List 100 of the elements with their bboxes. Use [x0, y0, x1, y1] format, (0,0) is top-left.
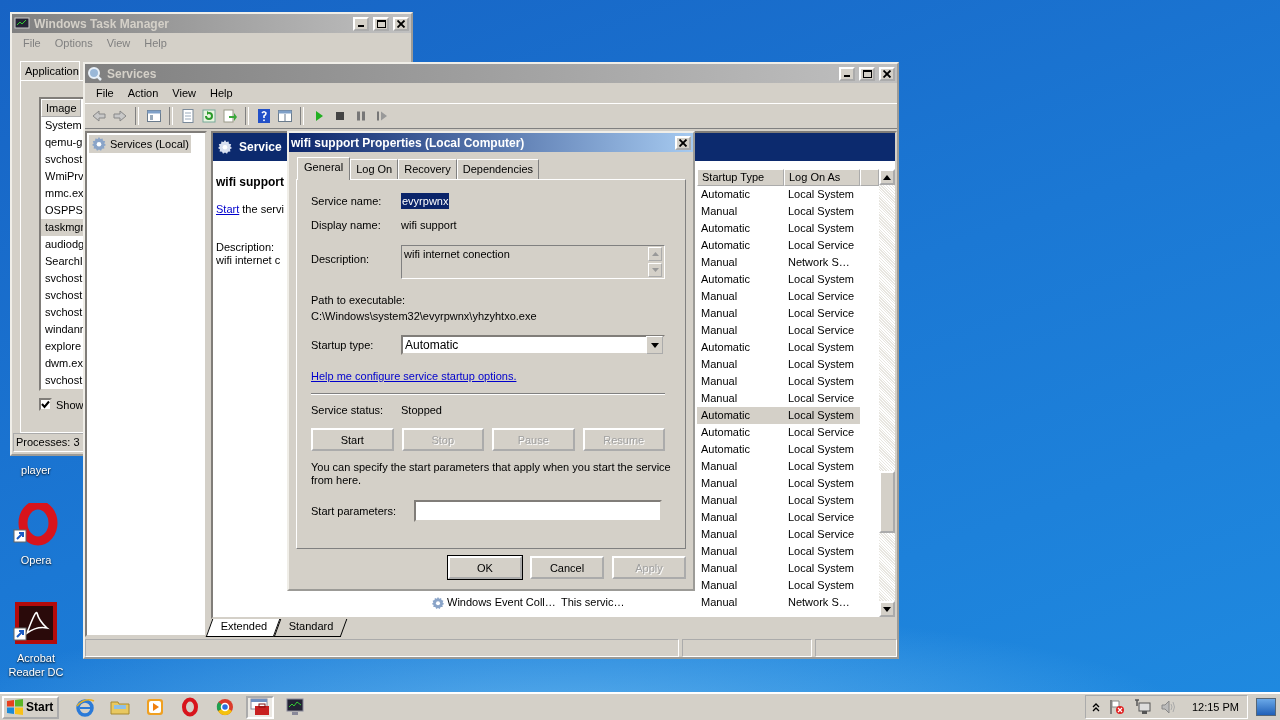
- table-cell[interactable]: Manual: [697, 203, 784, 220]
- table-cell[interactable]: Manual: [697, 458, 784, 475]
- service-control-button[interactable]: Start: [311, 428, 394, 451]
- table-cell[interactable]: Network S…: [784, 254, 860, 271]
- minimize-button[interactable]: [353, 16, 369, 31]
- table-cell[interactable]: Local System: [784, 492, 860, 509]
- tab[interactable]: Recovery: [398, 159, 457, 179]
- columns-icon[interactable]: [277, 108, 293, 124]
- tab[interactable]: General: [297, 157, 351, 180]
- column-header[interactable]: Startup Type: [697, 169, 784, 186]
- table-cell[interactable]: Local System: [784, 203, 860, 220]
- table-cell[interactable]: Automatic: [697, 186, 784, 203]
- table-cell[interactable]: Local System: [784, 441, 860, 458]
- column-header[interactable]: Log On As: [784, 169, 860, 186]
- table-cell[interactable]: Local Service: [784, 288, 860, 305]
- tab[interactable]: Application: [20, 61, 80, 80]
- table-cell[interactable]: Manual: [697, 322, 784, 339]
- checkbox-label[interactable]: Show: [56, 398, 84, 411]
- table-cell[interactable]: Local System: [784, 220, 860, 237]
- table-cell[interactable]: Local System: [784, 186, 860, 203]
- desktop-icon-label[interactable]: player: [1, 463, 71, 477]
- table-cell[interactable]: Local System: [784, 577, 860, 594]
- table-cell[interactable]: Local Service: [784, 526, 860, 543]
- clock[interactable]: 12:15 PM: [1191, 701, 1239, 713]
- maximize-button[interactable]: [373, 16, 389, 31]
- table-cell[interactable]: Automatic: [697, 339, 784, 356]
- table-cell[interactable]: Manual: [697, 492, 784, 509]
- table-cell[interactable]: Local Service: [784, 322, 860, 339]
- table-cell[interactable]: Local System: [784, 271, 860, 288]
- scroll-thumb[interactable]: [879, 471, 895, 533]
- network-icon[interactable]: [1133, 699, 1152, 715]
- table-cell[interactable]: Manual: [697, 390, 784, 407]
- view-tab[interactable]: Extended: [205, 619, 281, 637]
- table-cell[interactable]: Automatic: [697, 220, 784, 237]
- description-box[interactable]: wifi internet conection: [401, 245, 665, 279]
- close-button[interactable]: [879, 66, 895, 81]
- table-cell[interactable]: Network S…: [784, 594, 860, 611]
- menu-item[interactable]: Action: [120, 87, 166, 99]
- show-desktop-button[interactable]: [1256, 698, 1276, 716]
- export-icon[interactable]: [222, 108, 238, 124]
- speaker-icon[interactable]: [1159, 699, 1178, 715]
- flag-error-icon[interactable]: [1107, 699, 1126, 715]
- start-parameters-field[interactable]: [414, 500, 662, 522]
- document-icon[interactable]: [13, 601, 59, 647]
- help-link[interactable]: Help me configure service startup options.: [311, 368, 517, 384]
- table-cell[interactable]: Manual: [697, 475, 784, 492]
- table-cell[interactable]: Local System: [784, 560, 860, 577]
- table-cell[interactable]: Manual: [697, 356, 784, 373]
- table-cell[interactable]: Local System: [784, 356, 860, 373]
- dialog-button[interactable]: OK: [448, 556, 522, 579]
- refresh-icon[interactable]: [201, 108, 217, 124]
- table-cell[interactable]: Manual: [697, 594, 784, 611]
- table-cell[interactable]: Manual: [697, 254, 784, 271]
- start-button[interactable]: Start: [2, 695, 60, 719]
- desktop-icon-label[interactable]: Opera: [1, 553, 71, 567]
- table-cell[interactable]: Manual: [697, 577, 784, 594]
- table-cell[interactable]: Local Service: [784, 424, 860, 441]
- taskbar-button[interactable]: [246, 695, 275, 719]
- menu-item[interactable]: View: [165, 87, 203, 99]
- minimize-button[interactable]: [839, 66, 855, 81]
- tree-item[interactable]: Services (Local): [89, 135, 191, 153]
- view-tab[interactable]: Standard: [274, 619, 348, 637]
- table-cell[interactable]: Automatic: [697, 271, 784, 288]
- table-cell[interactable]: Local System: [784, 339, 860, 356]
- table-cell[interactable]: Local Service: [784, 509, 860, 526]
- tab[interactable]: Dependencies: [456, 159, 540, 179]
- close-button[interactable]: [393, 16, 409, 31]
- table-cell[interactable]: Manual: [697, 560, 784, 577]
- table-cell[interactable]: Local System: [784, 407, 860, 424]
- checkbox[interactable]: [39, 398, 52, 411]
- desktop-icon-label[interactable]: Acrobat Reader DC: [1, 651, 71, 679]
- table-cell[interactable]: Local System: [784, 543, 860, 560]
- table-cell[interactable]: Manual: [697, 509, 784, 526]
- start-link[interactable]: Start: [216, 203, 240, 215]
- column-header[interactable]: Image: [41, 99, 81, 117]
- table-cell[interactable]: Manual: [697, 305, 784, 322]
- chevron-up-icon[interactable]: [1091, 702, 1100, 712]
- table-cell[interactable]: Local System: [784, 458, 860, 475]
- table-cell[interactable]: Manual: [697, 543, 784, 560]
- menu-item[interactable]: Help: [202, 87, 240, 99]
- table-cell[interactable]: Automatic: [697, 237, 784, 254]
- startup-type-dropdown[interactable]: Automatic: [401, 335, 665, 355]
- table-cell[interactable]: Manual: [697, 373, 784, 390]
- help-icon[interactable]: [256, 108, 272, 124]
- table-cell[interactable]: Local Service: [784, 305, 860, 322]
- tab[interactable]: Log On: [350, 159, 399, 179]
- panel-icon[interactable]: [146, 108, 162, 124]
- table-cell[interactable]: Automatic: [697, 407, 784, 424]
- table-cell[interactable]: Manual: [697, 288, 784, 305]
- column-header[interactable]: [860, 169, 879, 186]
- dialog-button[interactable]: Cancel: [530, 556, 604, 579]
- close-button[interactable]: [675, 135, 691, 150]
- table-cell[interactable]: Local Service: [784, 390, 860, 407]
- table-cell[interactable]: Automatic: [697, 424, 784, 441]
- table-cell[interactable]: Automatic: [697, 441, 784, 458]
- maximize-button[interactable]: [859, 66, 875, 81]
- scrollbar[interactable]: [879, 169, 895, 617]
- table-cell[interactable]: Local System: [784, 475, 860, 492]
- table-cell[interactable]: Manual: [697, 526, 784, 543]
- table-cell[interactable]: Local System: [784, 373, 860, 390]
